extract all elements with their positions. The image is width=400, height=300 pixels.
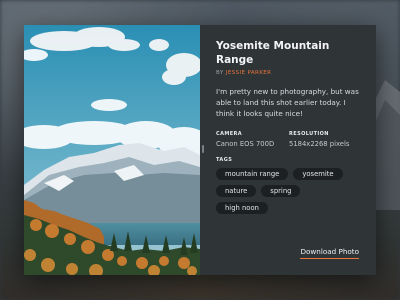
tag-chip[interactable]: nature (216, 185, 257, 197)
byline-prefix: BY (216, 70, 224, 76)
camera-value: Canon EOS 700D (216, 140, 275, 148)
byline: BY JESSIE PARKER (216, 69, 362, 77)
resolution-value: 5184x2268 pixels (289, 140, 350, 148)
tag-chip[interactable]: mountain range (216, 168, 289, 180)
drag-handle-icon[interactable] (202, 145, 204, 153)
resolution-meta: RESOLUTION 5184x2268 pixels (289, 131, 362, 149)
download-photo-link[interactable]: Download Photo (300, 247, 359, 259)
tag-chip[interactable]: spring (261, 185, 301, 197)
tags-label: TAGS (216, 157, 233, 163)
author-link[interactable]: JESSIE PARKER (226, 70, 272, 76)
photo-meta: CAMERA Canon EOS 700D RESOLUTION 5184x22… (216, 131, 362, 149)
photo-title: Yosemite Mountain Range (216, 40, 330, 66)
camera-label: CAMERA (216, 131, 243, 137)
tag-chip[interactable]: yosemite (293, 168, 343, 180)
resolution-label: RESOLUTION (289, 131, 329, 137)
tag-list: mountain range yosemite nature spring hi… (216, 168, 354, 214)
photo-description: I'm pretty new to photography, but was a… (216, 87, 359, 118)
photo-details: Yosemite Mountain Range BY JESSIE PARKER… (200, 25, 376, 275)
camera-meta: CAMERA Canon EOS 700D (216, 131, 289, 149)
photo-image[interactable] (24, 25, 200, 275)
tag-chip[interactable]: high noon (216, 202, 268, 214)
photo-card: Yosemite Mountain Range BY JESSIE PARKER… (24, 25, 376, 275)
